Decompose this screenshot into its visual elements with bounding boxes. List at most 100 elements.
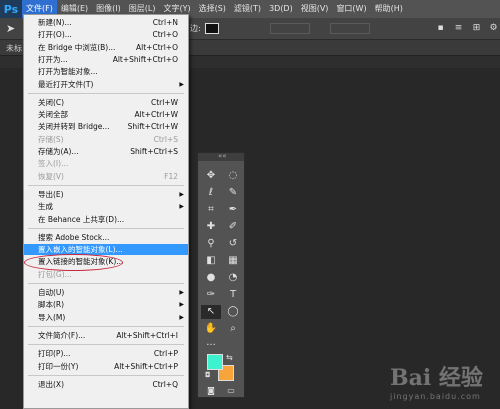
menu-help[interactable]: 帮助(H)	[371, 0, 407, 18]
stroke-type-field[interactable]	[330, 23, 370, 34]
menu-item-shortcut: F12	[164, 171, 178, 181]
submenu-arrow-icon: ▶	[179, 301, 184, 309]
eyedropper-tool-icon[interactable]: ✒	[223, 203, 243, 217]
marquee-tool-icon[interactable]: ◌	[223, 169, 243, 183]
menu-item-shortcut: Ctrl+P	[153, 349, 178, 359]
menu-item-label: 打印(P)...	[38, 349, 71, 359]
file-menu-item[interactable]: 文件简介(F)... Alt+Shift+Ctrl+I	[24, 330, 188, 341]
file-menu-item[interactable]: 导出(E) ▶	[24, 189, 188, 200]
menu-item-shortcut: Alt+Shift+Ctrl+P	[114, 361, 178, 371]
path-ops-icon[interactable]: ▪	[435, 23, 446, 34]
menu-item-shortcut: Shift+Ctrl+S	[130, 147, 178, 156]
file-menu-item[interactable]: 退出(X) Ctrl+Q	[24, 379, 188, 390]
file-menu-item[interactable]: 新建(N)... Ctrl+N	[24, 17, 188, 28]
document-tab[interactable]: 未标	[6, 43, 22, 54]
file-menu-item[interactable]: 最近打开文件(T) ▶	[24, 79, 188, 90]
file-menu: 新建(N)... Ctrl+N 打开(O)... Ctrl+O 在 Bridge 中浏览…	[23, 14, 189, 409]
watermark: Bai 经验 jingyan.baidu.com	[390, 360, 500, 405]
menu-item-label: 打印一份(Y)	[38, 361, 79, 371]
zoom-tool-icon[interactable]: ⌕	[223, 322, 243, 336]
menu-separator	[28, 325, 184, 327]
file-menu-item[interactable]: 生成 ▶	[24, 201, 188, 212]
file-menu-item[interactable]: 关闭(C) Ctrl+W	[24, 97, 188, 108]
file-menu-item[interactable]: 打开(O)... Ctrl+O	[24, 29, 188, 40]
hand-tool-icon[interactable]: ✋	[201, 322, 221, 336]
menu-separator	[28, 92, 184, 94]
settings-icon[interactable]: ⚙	[488, 23, 499, 34]
shape-tool-icon[interactable]: ◯	[223, 305, 243, 319]
menu-item-shortcut: Shift+Ctrl+W	[127, 122, 178, 132]
screen-mode-icon[interactable]: ▭	[224, 386, 238, 396]
blur-tool-icon[interactable]: ●	[201, 271, 221, 285]
menu-item-label: 脚本(R)	[38, 300, 65, 310]
file-menu-item[interactable]: 关闭并转到 Bridge... Shift+Ctrl+W	[24, 121, 188, 132]
menu-item-label: 存储(S)	[38, 134, 64, 144]
dodge-tool-icon[interactable]: ◔	[223, 271, 243, 285]
clone-stamp-tool-icon[interactable]: ⚲	[201, 237, 221, 251]
history-brush-tool-icon[interactable]: ↺	[223, 237, 243, 251]
menu-item-label: 新建(N)...	[38, 18, 72, 27]
file-menu-item[interactable]: 打开为... Alt+Shift+Ctrl+O	[24, 54, 188, 65]
menu-item-shortcut: Ctrl+O	[152, 30, 178, 40]
collapse-icon[interactable]: ««	[218, 152, 227, 160]
crop-tool-icon[interactable]: ⌗	[201, 203, 221, 217]
pen-tool-icon[interactable]: ✑	[201, 288, 221, 302]
gradient-tool-icon[interactable]: ▦	[223, 254, 243, 268]
more-tools-icon[interactable]: ···	[201, 339, 221, 353]
menu-item-label: 导出(E)	[38, 189, 64, 199]
move-tool-icon[interactable]: ➤	[6, 22, 18, 36]
menu-item-label: 最近打开文件(T)	[38, 79, 94, 89]
stroke-swatch[interactable]	[205, 23, 219, 34]
menu-item-shortcut: Alt+Shift+Ctrl+O	[112, 54, 178, 64]
file-menu-item[interactable]: 打印一份(Y) Alt+Shift+Ctrl+P	[24, 361, 188, 372]
default-colors-icon[interactable]: ◘	[205, 371, 211, 379]
menu-select[interactable]: 选择(S)	[195, 0, 230, 18]
menu-separator	[28, 227, 184, 229]
menu-item-label: 导入(M)	[38, 312, 66, 322]
file-menu-item[interactable]: 脚本(R) ▶	[24, 299, 188, 310]
arrange-icon[interactable]: ⊞	[471, 23, 482, 34]
file-menu-item[interactable]: 在 Behance 上共享(D)...	[24, 214, 188, 225]
submenu-arrow-icon: ▶	[179, 313, 184, 321]
menu-item-label: 打开为智能对象...	[38, 67, 98, 77]
menu-3d[interactable]: 3D(D)	[265, 0, 297, 18]
align-icon[interactable]: ≡	[453, 23, 464, 34]
quick-mask-icon[interactable]: ◙	[204, 386, 218, 396]
menu-item-label: 搜索 Adobe Stock...	[38, 232, 110, 242]
menu-window[interactable]: 窗口(W)	[332, 0, 370, 18]
submenu-arrow-icon: ▶	[179, 203, 184, 211]
type-tool-icon[interactable]: T	[223, 288, 243, 302]
path-selection-tool-icon[interactable]: ↖	[201, 305, 221, 319]
menu-item-label: 退出(X)	[38, 379, 64, 389]
eraser-tool-icon[interactable]: ◧	[201, 254, 221, 268]
menu-item-shortcut: Alt+Ctrl+O	[136, 42, 178, 52]
menu-view[interactable]: 视图(V)	[297, 0, 333, 18]
menu-item-label: 存储为(A)...	[38, 147, 79, 156]
file-menu-item[interactable]: 在 Bridge 中浏览(B)... Alt+Ctrl+O	[24, 42, 188, 53]
file-menu-item[interactable]: 打开为智能对象...	[24, 66, 188, 77]
menu-separator	[28, 184, 184, 186]
quick-selection-tool-icon[interactable]: ✎	[223, 186, 243, 200]
brush-tool-icon[interactable]: ✐	[223, 220, 243, 234]
file-menu-item[interactable]: 搜索 Adobe Stock...	[24, 232, 188, 243]
menu-item-shortcut: Alt+Shift+Ctrl+I	[116, 330, 178, 340]
watermark-url: jingyan.baidu.com	[390, 392, 481, 401]
photoshop-logo: Ps	[0, 0, 22, 18]
healing-brush-tool-icon[interactable]: ✚	[201, 220, 221, 234]
file-menu-item: 恢复(V) F12	[24, 171, 188, 182]
foreground-color-swatch[interactable]	[207, 354, 223, 370]
stroke-width-field[interactable]	[270, 23, 310, 34]
file-menu-item[interactable]: 导入(M) ▶	[24, 312, 188, 323]
file-menu-item[interactable]: 置入嵌入的智能对象(L)...	[24, 244, 188, 256]
submenu-arrow-icon: ▶	[179, 190, 184, 198]
tools-panel: «« ⇆ ◘ ◙ ▭ ✥ ◌ ℓ ✎ ⌗ ✒ ✚ ✐ ⚲ ↺ ◧ ▦ ● ◔ ✑ T ↖ ◯ ✋ ⌕ ···	[197, 152, 245, 398]
swap-colors-icon[interactable]: ⇆	[226, 353, 233, 362]
lasso-tool-icon[interactable]: ℓ	[201, 186, 221, 200]
file-menu-item[interactable]: 关闭全部 Alt+Ctrl+W	[24, 109, 188, 120]
file-menu-item[interactable]: 自动(U) ▶	[24, 287, 188, 298]
file-menu-item[interactable]: 打印(P)... Ctrl+P	[24, 348, 188, 359]
menu-separator	[28, 374, 184, 376]
file-menu-item[interactable]: 存储为(A)... Shift+Ctrl+S	[24, 146, 188, 157]
move-tool-icon[interactable]: ✥	[201, 169, 221, 183]
menu-filter[interactable]: 滤镜(T)	[230, 0, 265, 18]
